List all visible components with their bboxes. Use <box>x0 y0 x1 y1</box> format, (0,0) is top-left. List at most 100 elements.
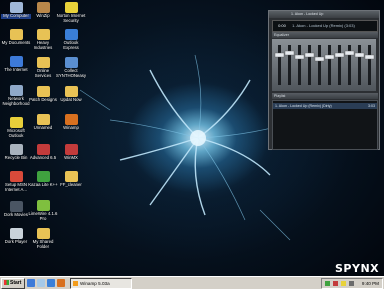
desktop-icon-heavy-industries[interactable]: Heavy Industries <box>28 29 58 51</box>
icon-label: Network Neighborhood <box>2 96 30 106</box>
icon-label: Dork Player <box>4 239 28 244</box>
icon-label: Dork Movies <box>4 212 28 217</box>
desktop-icon-dork-movies[interactable]: Dork Movies <box>1 201 31 218</box>
eq-slider-handle[interactable] <box>314 56 325 62</box>
eq-slider-handle[interactable] <box>364 54 375 60</box>
desktop-icon-online-services[interactable]: Online Services <box>28 57 58 79</box>
wallpaper-streak <box>194 54 202 139</box>
desktop-icon-kazaa-lite[interactable]: Kazaa Lite K++ <box>28 171 58 188</box>
playlist-item[interactable]: 1. Akon - Locked Up (Remix) (Dirty) 3:03 <box>273 103 377 109</box>
start-button[interactable]: Start <box>1 278 25 289</box>
playlist-item-title: 1. Akon - Locked Up (Remix) (Dirty) <box>275 104 332 108</box>
system-tray: 9:40 PM <box>321 278 383 289</box>
desktop-icon-setup-msn[interactable]: Setup MSN Internet A... <box>1 171 31 193</box>
eq-slider-handle[interactable] <box>274 52 285 58</box>
eq-slider-handle[interactable] <box>304 52 315 58</box>
desktop-icon-network-neighborhood[interactable]: Network Neighborhood <box>1 85 31 107</box>
folder-icon <box>9 29 23 40</box>
limewire-icon <box>36 200 50 211</box>
eq-slider-handle[interactable] <box>334 52 345 58</box>
taskbar-item-winamp[interactable]: Winamp 5.03a <box>70 278 132 289</box>
outlook-express-icon <box>64 29 78 40</box>
desktop-icon-collect-synthon[interactable]: Collect SYNTHONeasy <box>56 57 86 79</box>
quick-launch-winamp-icon[interactable] <box>57 279 65 287</box>
desktop-icon-limewire[interactable]: LimeWire 4.1.6 Pro <box>28 200 58 222</box>
wallpaper-streak <box>197 79 251 139</box>
eq-slider-track[interactable] <box>308 45 311 85</box>
desktop-icon-my-computer[interactable]: My Computer <box>1 2 31 19</box>
quick-launch-desktop-icon[interactable] <box>37 279 45 287</box>
winamp-icon <box>64 114 78 125</box>
eq-slider-track[interactable] <box>278 45 281 85</box>
desktop-icon-the-internet[interactable]: The Internet <box>1 56 31 73</box>
quick-launch-outlook-icon[interactable] <box>47 279 55 287</box>
desktop-icon-winamp[interactable]: Winamp <box>56 114 86 131</box>
winamp-display: 0:00 1. Akon - Locked Up (Remix) (3:03) <box>272 20 378 32</box>
desktop-icon-unnamed[interactable]: Unnamed <box>28 114 58 131</box>
desktop-icon-microsoft-outlook[interactable]: Microsoft Outlook <box>1 117 31 139</box>
folder-icon <box>64 86 78 97</box>
outlook-icon <box>9 117 23 128</box>
desktop-icon-advanced[interactable]: Advanced 6.5 <box>28 144 58 161</box>
ie-icon <box>9 56 23 67</box>
eq-slider-track[interactable] <box>298 45 301 85</box>
eq-slider-handle[interactable] <box>344 50 355 56</box>
winamp-window[interactable]: 1. Akon - Locked Up 0:00 1. Akon - Locke… <box>268 10 380 150</box>
recycle-bin-icon <box>9 144 23 155</box>
desktop-icon-recycle-bin[interactable]: Recycle Bin <box>1 144 31 161</box>
wallpaper-streak <box>149 137 199 206</box>
icon-label: Outlook Express <box>63 40 79 50</box>
eq-slider-track[interactable] <box>328 45 331 85</box>
winamp-playlist[interactable]: 1. Akon - Locked Up (Remix) (Dirty) 3:03 <box>272 100 378 150</box>
quick-launch-ie-icon[interactable] <box>27 279 35 287</box>
winzip-icon <box>36 2 50 13</box>
folder-icon <box>64 171 78 182</box>
eq-slider-track[interactable] <box>338 45 341 85</box>
tray-volume-icon[interactable] <box>349 281 354 286</box>
eq-slider-track[interactable] <box>318 45 321 85</box>
icon-label: Collect SYNTHONeasy <box>56 68 87 78</box>
winamp-titlebar[interactable]: 1. Akon - Locked Up <box>269 11 379 18</box>
icon-label: WinZip <box>36 13 50 18</box>
desktop-icon-my-shared-folder[interactable]: My Shared Folder <box>28 228 58 250</box>
desktop-icon-norton[interactable]: Norton Internet Security <box>56 2 86 24</box>
wallpaper-logo: SPYNX <box>335 262 380 275</box>
equalizer-sliders[interactable] <box>272 39 376 91</box>
icon-label: Kazaa Lite K++ <box>28 182 58 187</box>
wallpaper-streak <box>197 137 246 221</box>
app-icon <box>36 144 50 155</box>
shared-folder-icon <box>36 228 50 239</box>
desktop-icon-outlook-express[interactable]: Outlook Express <box>56 29 86 51</box>
eq-slider-track[interactable] <box>368 45 371 85</box>
eq-slider-handle[interactable] <box>354 52 365 58</box>
winamp-equalizer[interactable] <box>272 39 376 91</box>
wallpaper-streak <box>119 137 199 161</box>
tray-clock[interactable]: 9:40 PM <box>362 279 379 288</box>
tray-network-icon[interactable] <box>325 281 330 286</box>
icon-label: Norton Internet Security <box>56 13 86 23</box>
eq-slider-handle[interactable] <box>324 54 335 60</box>
desktop-icon-ff-cleaner[interactable]: FF_cleaner <box>56 171 86 188</box>
eq-slider-track[interactable] <box>358 45 361 85</box>
desktop-icon-winzip[interactable]: WinZip <box>28 2 58 19</box>
desktop-icon-winmx[interactable]: WinMX <box>56 144 86 161</box>
desktop-icon-patch-designs[interactable]: Patch Designs <box>28 86 58 103</box>
icon-label: My Computer <box>1 13 31 19</box>
desktop-icon-my-documents[interactable]: My Documents <box>1 29 31 46</box>
tray-norton-icon[interactable] <box>341 281 346 286</box>
eq-slider-handle[interactable] <box>284 50 295 56</box>
norton-icon <box>64 2 78 13</box>
icon-label: Heavy Industries <box>33 40 53 50</box>
network-icon <box>9 85 23 96</box>
wallpaper-streak <box>194 137 206 216</box>
icon-label: Advanced 6.5 <box>29 155 57 160</box>
folder-icon <box>36 29 50 40</box>
eq-slider-handle[interactable] <box>294 54 305 60</box>
folder-icon <box>36 57 50 68</box>
desktop-icon-dork-player[interactable]: Dork Player <box>1 228 31 245</box>
tray-app-icon[interactable] <box>333 281 338 286</box>
start-label: Start <box>10 280 22 286</box>
icon-label: My Documents <box>1 40 31 45</box>
desktop-icon-update-now[interactable]: Updat Now <box>56 86 86 103</box>
taskbar: Start Winamp 5.03a 9:40 PM <box>0 276 384 289</box>
